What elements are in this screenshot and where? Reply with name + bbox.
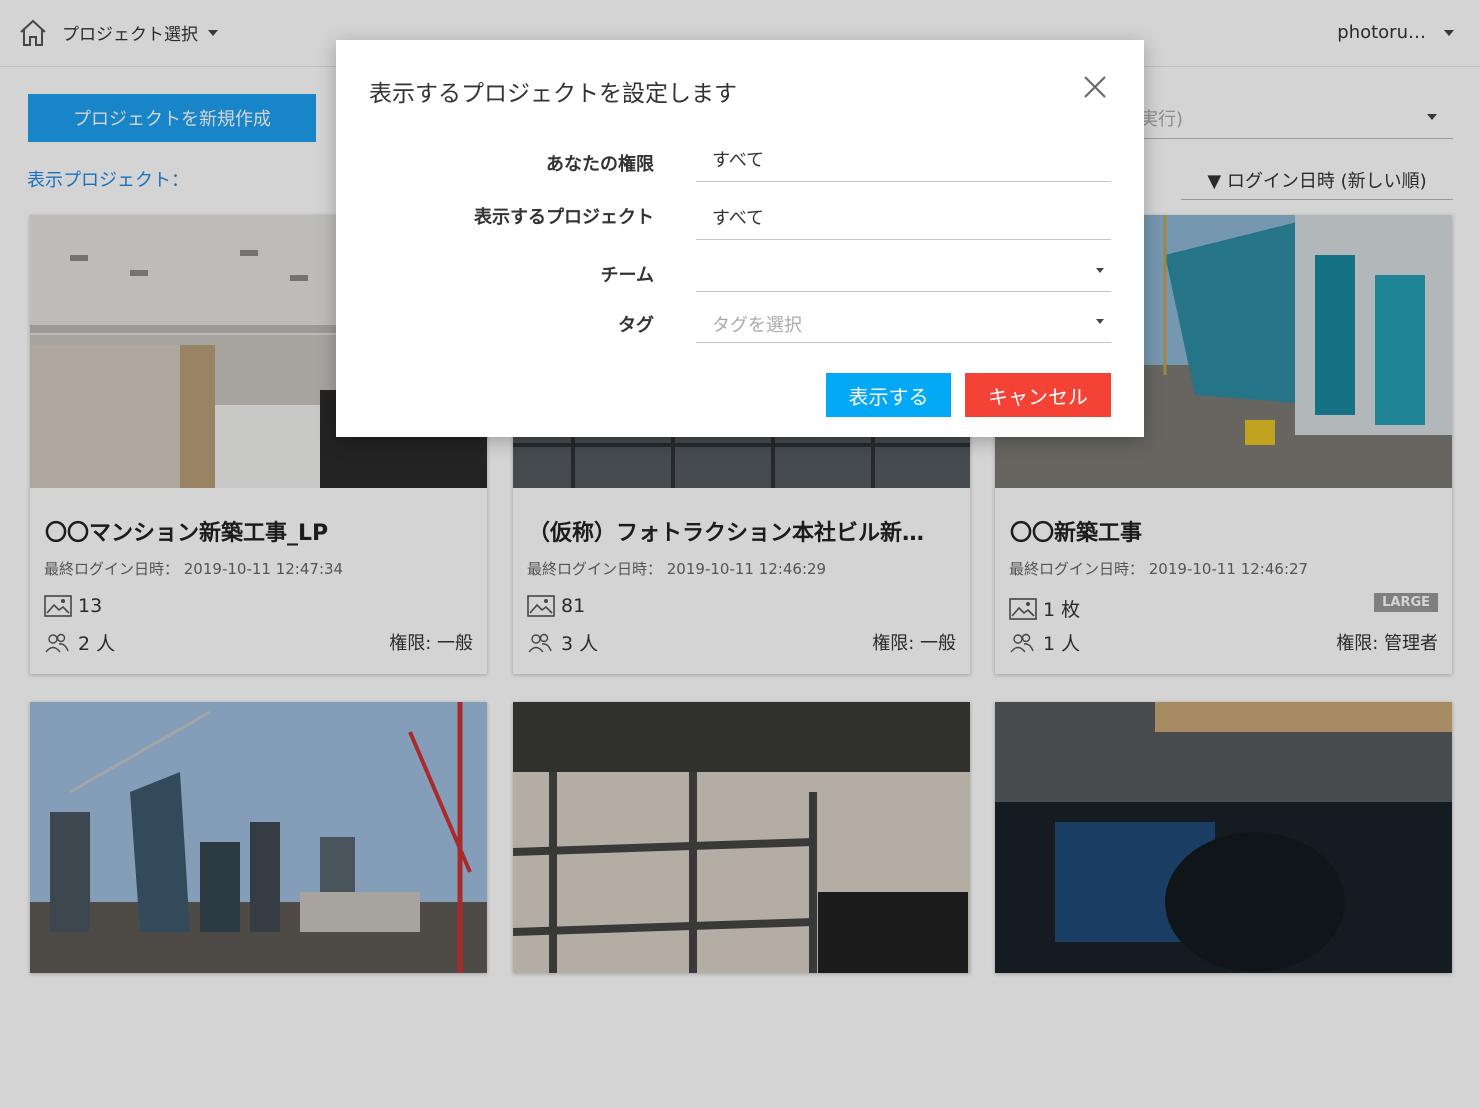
project-field-label: 表示するプロジェクト [474,207,654,228]
permission-field-value: すべて [712,150,765,171]
tag-select[interactable]: タグを選択 [696,298,1111,343]
tag-field-label: タグ [618,315,654,336]
show-button[interactable]: 表示する [826,373,951,417]
cancel-button[interactable]: キャンセル [965,373,1111,417]
team-select[interactable] [696,247,1111,292]
chevron-down-icon [1096,319,1104,324]
permission-field-label: あなたの権限 [546,154,654,175]
close-icon[interactable] [1080,72,1110,102]
tag-select-placeholder: タグを選択 [712,315,802,336]
permission-field[interactable]: すべて [696,137,1111,182]
team-field-label: チーム [600,265,654,286]
project-field-value: すべて [712,208,765,229]
chevron-down-icon [1096,268,1104,273]
display-settings-modal: 表示するプロジェクトを設定します あなたの権限 すべて 表示するプロジェクト す… [336,40,1144,437]
modal-title: 表示するプロジェクトを設定します [369,81,737,107]
project-field[interactable]: すべて [696,195,1111,240]
